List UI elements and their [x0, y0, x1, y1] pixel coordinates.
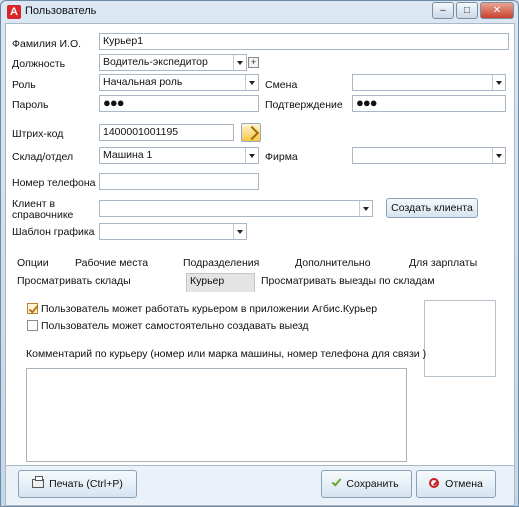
tab-options[interactable]: Опции: [14, 255, 52, 271]
role-label: Роль: [12, 79, 36, 91]
role-value: Начальная роль: [103, 76, 183, 88]
print-button-label: Печать (Ctrl+P): [49, 478, 123, 490]
minimize-button[interactable]: –: [432, 2, 454, 19]
shift-select[interactable]: [352, 74, 506, 91]
barcode-label: Штрих-код: [12, 128, 64, 140]
warehouse-select[interactable]: Машина 1: [99, 147, 259, 164]
tab-strip: Опции Рабочие места Подразделения Дополн…: [6, 252, 514, 292]
shift-label: Смена: [265, 79, 298, 91]
barcode-input[interactable]: 1400001001195: [99, 124, 234, 141]
user-window: A Пользователь – □ ✕ Фамилия И.О. Курьер…: [0, 0, 519, 507]
position-select[interactable]: Водитель-экспедитор: [99, 54, 247, 71]
create-trip-label: Пользователь может самостоятельно создав…: [41, 320, 309, 332]
add-position-icon[interactable]: +: [248, 57, 259, 68]
company-select[interactable]: [352, 147, 506, 164]
title-bar: A Пользователь – □ ✕: [1, 1, 518, 23]
tab-additional[interactable]: Дополнительно: [292, 255, 374, 271]
chevron-down-icon[interactable]: [492, 148, 505, 163]
password-input[interactable]: ●●●: [99, 95, 259, 112]
role-select[interactable]: Начальная роль: [99, 74, 259, 91]
window-title: Пользователь: [25, 5, 97, 17]
create-trip-checkbox[interactable]: [27, 320, 38, 331]
courier-app-label: Пользователь может работать курьером в п…: [41, 303, 378, 315]
warehouse-label: Склад/отдел: [12, 151, 74, 163]
schedule-select[interactable]: [99, 223, 247, 240]
form-panel: Фамилия И.О. Курьер1 Должность Водитель-…: [5, 23, 515, 466]
chevron-down-icon[interactable]: [359, 201, 372, 216]
chevron-down-icon[interactable]: [233, 55, 246, 70]
create-client-button[interactable]: Создать клиента: [386, 198, 478, 218]
tab-salary[interactable]: Для зарплаты: [406, 255, 480, 271]
chevron-down-icon[interactable]: [492, 75, 505, 90]
courier-comment-textarea[interactable]: [26, 368, 407, 462]
cancel-button-label: Отмена: [445, 478, 483, 490]
close-button[interactable]: ✕: [480, 2, 514, 19]
tab-departments[interactable]: Подразделения: [180, 255, 262, 271]
warehouse-value: Машина 1: [103, 149, 153, 161]
client-label-line2: справочнике: [12, 209, 74, 221]
maximize-button[interactable]: □: [456, 2, 478, 19]
app-logo-icon: A: [7, 5, 21, 19]
fio-input[interactable]: Курьер1: [99, 33, 509, 50]
footer-bar: Печать (Ctrl+P) Сохранить Отмена: [5, 466, 515, 506]
company-label: Фирма: [265, 151, 298, 163]
chevron-down-icon[interactable]: [245, 148, 258, 163]
courier-app-checkbox[interactable]: [27, 303, 38, 314]
confirm-password-input[interactable]: ●●●: [352, 95, 506, 112]
position-value: Водитель-экспедитор: [103, 56, 208, 68]
cancel-icon: [429, 478, 440, 488]
chevron-down-icon[interactable]: [245, 75, 258, 90]
pencil-icon[interactable]: [241, 123, 261, 142]
save-button[interactable]: Сохранить: [321, 470, 412, 498]
photo-box[interactable]: [424, 300, 496, 377]
schedule-label: Шаблон графика: [12, 226, 95, 238]
phone-input[interactable]: [99, 173, 259, 190]
fio-label: Фамилия И.О.: [12, 38, 82, 50]
chevron-down-icon[interactable]: [233, 224, 246, 239]
save-button-label: Сохранить: [346, 478, 399, 490]
password-label: Пароль: [12, 99, 49, 111]
tab-courier[interactable]: Курьер: [186, 273, 255, 292]
position-label: Должность: [12, 58, 66, 70]
confirm-label: Подтверждение: [265, 99, 343, 111]
cancel-button[interactable]: Отмена: [416, 470, 496, 498]
phone-label: Номер телефона: [12, 177, 96, 189]
courier-comment-label: Комментарий по курьеру (номер или марка …: [26, 348, 427, 360]
print-button[interactable]: Печать (Ctrl+P): [18, 470, 137, 498]
tab-view-trips[interactable]: Просматривать выезды по складам: [258, 273, 438, 289]
printer-icon: [32, 476, 45, 488]
tab-workplaces[interactable]: Рабочие места: [72, 255, 151, 271]
check-icon: [332, 476, 342, 487]
client-select[interactable]: [99, 200, 373, 217]
tab-view-warehouses[interactable]: Просматривать склады: [14, 273, 134, 289]
